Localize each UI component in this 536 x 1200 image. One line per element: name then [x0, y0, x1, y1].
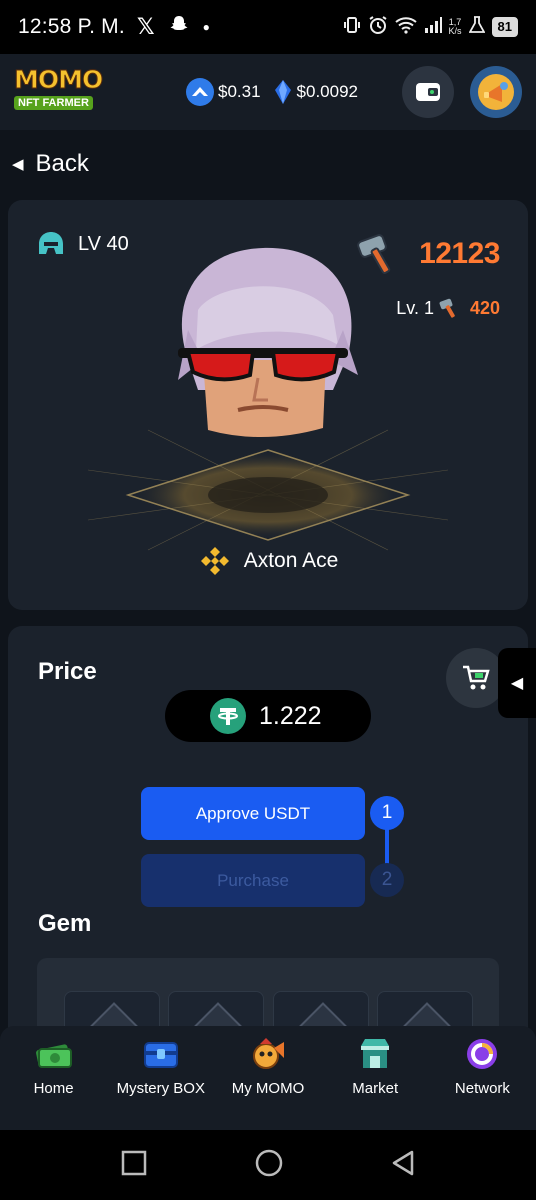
treasure-chest-icon — [141, 1036, 181, 1072]
snapchat-icon — [169, 14, 189, 40]
usdt-icon — [210, 698, 246, 734]
crystal-icon — [273, 79, 293, 105]
character-platform — [88, 429, 448, 551]
nav-item-market[interactable]: Market — [322, 1026, 429, 1130]
character-portrait — [178, 247, 358, 438]
price-value: 1.222 — [259, 701, 322, 730]
small-hammer-icon — [439, 298, 455, 318]
profile-avatar-button[interactable] — [470, 66, 522, 118]
cart-button[interactable] — [446, 648, 506, 708]
nav-item-my-momo[interactable]: My MOMO — [214, 1026, 321, 1130]
recent-apps-icon[interactable] — [121, 1150, 147, 1181]
price-display: 1.222 — [165, 690, 371, 742]
system-nav-bar — [0, 1130, 536, 1200]
x-app-icon: 𝕏 — [136, 14, 155, 39]
app-header: MOMO NFT FARMER $0.31 $0.0092 — [0, 54, 536, 130]
money-stack-icon — [34, 1036, 74, 1072]
step-1-badge: 1 — [370, 796, 404, 830]
network-ring-icon — [462, 1036, 502, 1072]
step-2-badge: 2 — [370, 863, 404, 897]
nav-item-home[interactable]: Home — [0, 1026, 107, 1130]
gem-title: Gem — [38, 910, 92, 937]
back-button[interactable]: ◀ Back — [12, 150, 89, 178]
price-title: Price — [38, 658, 97, 685]
tool-level: Lv. 1 420 — [396, 297, 500, 318]
nav-item-network[interactable]: Network — [429, 1026, 536, 1130]
bnb-icon — [200, 547, 229, 575]
token-a-price: $0.31 — [186, 78, 261, 106]
momo-logo[interactable]: MOMO NFT FARMER — [14, 66, 104, 117]
price-card: Price 1.222 Approve USDT Purchase 1 2 Ge… — [8, 626, 528, 1048]
back-triangle-icon[interactable] — [391, 1150, 415, 1181]
approve-usdt-button[interactable]: Approve USDT — [141, 787, 365, 840]
wallet-button[interactable] — [402, 66, 454, 118]
character-name: Axton Ace — [8, 544, 528, 578]
side-drawer-toggle[interactable]: ◀ — [498, 648, 536, 718]
net-speed: 1,7 K/s — [448, 17, 462, 36]
dot-icon: ● — [202, 20, 210, 34]
bottom-nav: Home Mystery BOX My MOMO Market Network — [0, 1026, 536, 1130]
purchase-button[interactable]: Purchase — [141, 854, 365, 907]
nav-item-mystery-box[interactable]: Mystery BOX — [107, 1026, 214, 1130]
wifi-icon — [394, 16, 417, 38]
helmet-icon — [39, 232, 63, 254]
character-card: LV 40 12123 Lv. 1 420 Axton Ace — [8, 200, 528, 610]
cart-icon — [463, 665, 490, 690]
token-prices: $0.31 $0.0092 — [186, 78, 358, 106]
character-power: 12123 — [355, 232, 500, 276]
market-stall-icon — [355, 1036, 395, 1072]
signal-icon — [424, 17, 442, 37]
momo-character-icon — [248, 1036, 288, 1072]
status-time: 12:58 P. M. — [18, 15, 125, 38]
battery-indicator: 81 — [491, 17, 518, 37]
flask-icon — [468, 16, 486, 38]
alarm-icon — [368, 15, 388, 39]
megaphone-avatar-icon — [478, 74, 514, 110]
back-arrow-icon: ◀ — [12, 156, 24, 173]
step-connector — [385, 829, 389, 865]
vibrate-icon — [343, 16, 361, 38]
token-b-price: $0.0092 — [273, 79, 358, 105]
token-a-icon — [186, 78, 214, 106]
chevron-left-icon: ◀ — [510, 675, 524, 692]
character-level: LV 40 — [36, 230, 129, 258]
home-circle-icon[interactable] — [255, 1149, 283, 1182]
status-bar: 12:58 P. M. 𝕏 ● 1,7 K/s 81 — [0, 0, 536, 54]
wallet-icon — [416, 83, 440, 101]
